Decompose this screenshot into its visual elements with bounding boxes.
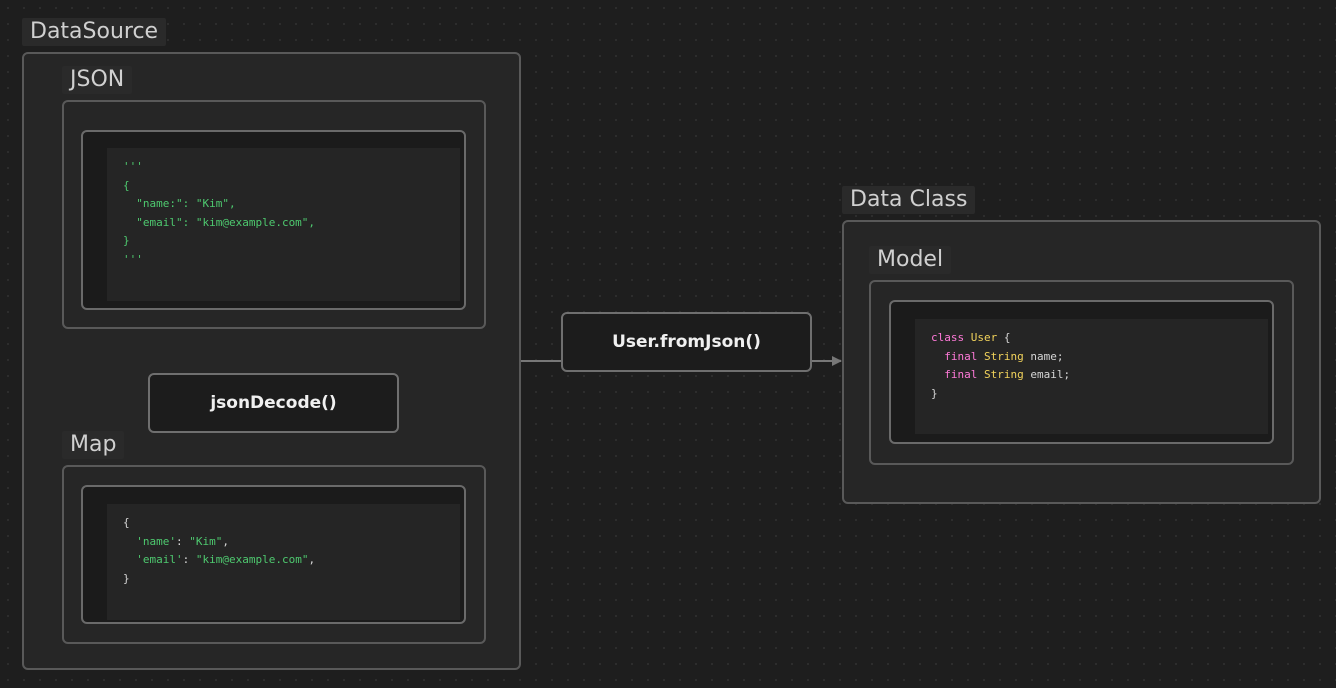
- string-type: String: [984, 349, 1024, 363]
- final-keyword: final: [944, 349, 978, 363]
- map-group-label: Map: [62, 431, 125, 459]
- final-keyword: final: [944, 368, 978, 382]
- class-name: User: [970, 331, 998, 344]
- model-close-brace: }: [931, 386, 938, 400]
- json-code-panel: ''' { "name:": "Kim", "email": "kim@exam…: [107, 148, 460, 301]
- json-code-line: }: [123, 234, 130, 248]
- map-email-value: "kim@example.com": [195, 553, 309, 567]
- map-name-key: 'name': [136, 534, 176, 548]
- datasource-group-label: DataSource: [22, 18, 167, 46]
- user-from-json-node[interactable]: User.fromJson(): [561, 312, 812, 372]
- model-group-label: Model: [869, 246, 952, 274]
- model-code-panel: class User { final String name; final St…: [915, 319, 1268, 434]
- field-name: name;: [1030, 349, 1064, 363]
- string-type: String: [984, 368, 1024, 382]
- data-class-group-label: Data Class: [842, 186, 976, 214]
- class-keyword: class: [931, 331, 965, 344]
- json-code-line: "name:": "Kim",: [123, 197, 236, 211]
- model-open-brace: {: [1003, 331, 1011, 344]
- json-code-line: ''': [123, 252, 143, 266]
- json-code-line: {: [123, 178, 130, 192]
- map-name-value: "Kim": [189, 534, 223, 548]
- json-code-line: ''': [123, 160, 143, 173]
- json-group-label: JSON: [62, 66, 133, 94]
- field-email: email;: [1030, 368, 1071, 382]
- json-decode-node[interactable]: jsonDecode(): [148, 373, 399, 433]
- map-close-brace: }: [123, 571, 130, 585]
- json-code-line: "email": "kim@example.com",: [123, 215, 316, 229]
- map-code-panel: { 'name': "Kim", 'email': "kim@example.c…: [107, 504, 460, 620]
- map-email-key: 'email': [136, 553, 183, 567]
- map-open-brace: {: [123, 516, 130, 529]
